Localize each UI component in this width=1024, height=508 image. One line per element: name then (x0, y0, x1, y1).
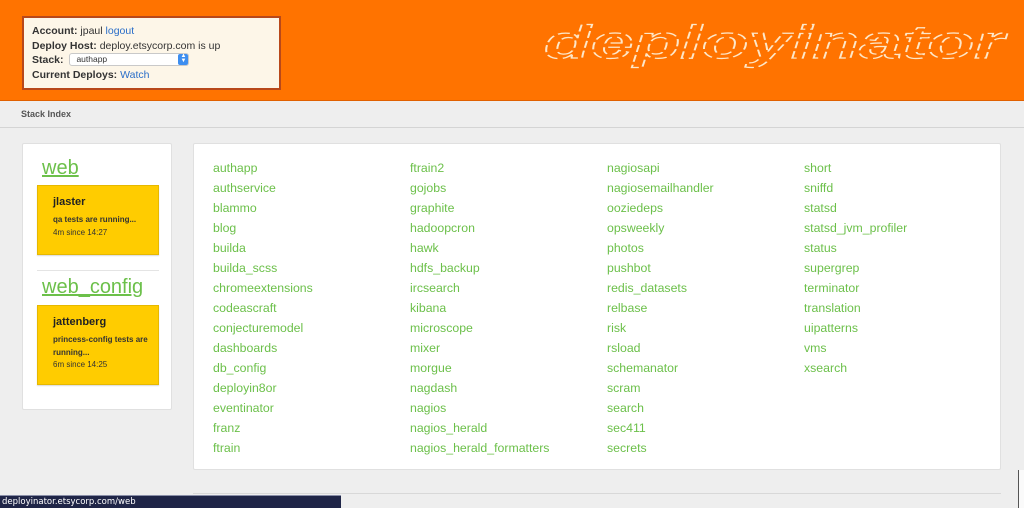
account-user: jpaul (80, 25, 103, 37)
browser-status-bar: deployinator.etsycorp.com/web (0, 495, 341, 508)
breadcrumb-stack-index[interactable]: Stack Index (21, 109, 71, 119)
stack-link[interactable]: builda (213, 238, 313, 258)
stack-link[interactable]: kibana (410, 298, 549, 318)
stack-link[interactable]: terminator (804, 278, 907, 298)
stack-column-3: nagiosapi nagiosemailhandler ooziedeps opsw… (607, 158, 714, 458)
stack-column-2: ftrain2 gojobs graphite hadoopcron hawk hdfs_… (410, 158, 549, 458)
stack-link[interactable]: nagiosapi (607, 158, 714, 178)
divider (37, 270, 159, 271)
subnav: Stack Index (0, 102, 1024, 128)
stack-link[interactable]: nagios_herald (410, 418, 549, 438)
watch-link[interactable]: Watch (120, 69, 149, 81)
stack-link[interactable]: sniffd (804, 178, 907, 198)
footer-divider (193, 493, 1001, 494)
stack-link[interactable]: rsload (607, 338, 714, 358)
stack-link[interactable]: conjecturemodel (213, 318, 313, 338)
account-info-box: Account: jpaul logout Deploy Host: deplo… (22, 16, 281, 90)
stack-link[interactable]: codeascraft (213, 298, 313, 318)
deploy-card[interactable]: jattenberg princess-config tests are run… (37, 305, 159, 385)
stack-link[interactable]: ircsearch (410, 278, 549, 298)
stack-link[interactable]: graphite (410, 198, 549, 218)
stack-link[interactable]: status (804, 238, 907, 258)
deployinator-logo[interactable]: deployinator (540, 15, 1010, 70)
stack-link[interactable]: ooziedeps (607, 198, 714, 218)
stack-link[interactable]: vms (804, 338, 907, 358)
stack-link[interactable]: uipatterns (804, 318, 907, 338)
stack-link[interactable]: microscope (410, 318, 549, 338)
select-arrows-icon: ▲ ▼ (178, 53, 189, 65)
stack-link[interactable]: secrets (607, 438, 714, 458)
stack-link[interactable]: blog (213, 218, 313, 238)
stack-link[interactable]: mixer (410, 338, 549, 358)
stack-link[interactable]: nagdash (410, 378, 549, 398)
stack-link[interactable]: eventinator (213, 398, 313, 418)
account-label: Account: (32, 25, 78, 37)
stack-link[interactable]: dashboards (213, 338, 313, 358)
stack-link-web-config[interactable]: web_config (42, 276, 143, 299)
stack-link[interactable]: redis_datasets (607, 278, 714, 298)
stack-link[interactable]: pushbot (607, 258, 714, 278)
logo-text: deployinator (544, 18, 1007, 68)
stack-link[interactable]: statsd (804, 198, 907, 218)
stack-link[interactable]: db_config (213, 358, 313, 378)
stack-link[interactable]: supergrep (804, 258, 907, 278)
stack-link[interactable]: authapp (213, 158, 313, 178)
stack-link[interactable]: risk (607, 318, 714, 338)
header: Account: jpaul logout Deploy Host: deplo… (0, 0, 1024, 101)
stack-link[interactable]: authservice (213, 178, 313, 198)
stack-link[interactable]: deployin8or (213, 378, 313, 398)
stack-link[interactable]: nagios_herald_formatters (410, 438, 549, 458)
stack-link[interactable]: relbase (607, 298, 714, 318)
stack-link[interactable]: ftrain (213, 438, 313, 458)
stack-link[interactable]: franz (213, 418, 313, 438)
deploy-host-value: deploy.etsycorp.com is up (99, 39, 221, 52)
deploy-host-row: Deploy Host: deploy.etsycorp.com is up (32, 39, 279, 54)
logo-ascii-art: deployinator (543, 15, 1008, 68)
stack-link[interactable]: opsweekly (607, 218, 714, 238)
stack-label: Stack: (32, 54, 64, 66)
logout-link[interactable]: logout (106, 25, 135, 37)
deploy-message: qa tests are running... (53, 215, 137, 224)
stack-link[interactable]: search (607, 398, 714, 418)
current-deploys-label: Current Deploys: (32, 68, 118, 81)
stack-row: Stack: authapp ▲ ▼ (32, 52, 279, 68)
deploy-message: princess-config tests are running... (53, 335, 148, 357)
stack-index-panel: authapp authservice blammo blog builda builda… (193, 143, 1001, 470)
status-url: deployinator.etsycorp.com/web (2, 497, 136, 507)
current-deploys-panel: web jlaster qa tests are running... 4m s… (22, 143, 172, 410)
stack-link[interactable]: xsearch (804, 358, 907, 378)
stack-link[interactable]: short (804, 158, 907, 178)
deploy-since: 6m since 14:25 (53, 360, 108, 369)
stack-link[interactable]: ftrain2 (410, 158, 549, 178)
stack-link[interactable]: statsd_jvm_profiler (804, 218, 907, 238)
stack-link[interactable]: builda_scss (213, 258, 313, 278)
stack-link[interactable]: gojobs (410, 178, 549, 198)
stack-link[interactable]: translation (804, 298, 907, 318)
stack-column-1: authapp authservice blammo blog builda builda… (213, 158, 313, 458)
stack-link-web[interactable]: web (42, 157, 79, 180)
stack-link[interactable]: hadoopcron (410, 218, 549, 238)
stack-link[interactable]: chromeextensions (213, 278, 313, 298)
deploy-card[interactable]: jlaster qa tests are running... 4m since… (37, 185, 159, 255)
deploy-since: 4m since 14:27 (53, 227, 108, 237)
stack-link[interactable]: hawk (410, 238, 549, 258)
stack-link[interactable]: photos (607, 238, 714, 258)
deploy-user: jlaster (53, 196, 86, 208)
deploy-host-label: Deploy Host: (32, 39, 97, 52)
stack-link[interactable]: blammo (213, 198, 313, 218)
stack-select[interactable]: authapp ▲ ▼ (69, 52, 190, 66)
stack-link[interactable]: scram (607, 378, 714, 398)
stack-link[interactable]: sec411 (607, 418, 714, 438)
stack-link[interactable]: nagios (410, 398, 549, 418)
current-deploys-row: Current Deploys: Watch (32, 68, 279, 83)
stack-column-4: short sniffd statsd statsd_jvm_profiler stat… (804, 158, 907, 378)
stack-link[interactable]: morgue (410, 358, 549, 378)
window-edge (1018, 470, 1024, 508)
stack-link[interactable]: nagiosemailhandler (607, 178, 714, 198)
deploy-user: jattenberg (53, 316, 107, 328)
account-row: Account: jpaul logout (32, 24, 279, 39)
stack-select-value: authapp (76, 53, 108, 64)
stack-link[interactable]: schemanator (607, 358, 714, 378)
stack-link[interactable]: hdfs_backup (410, 258, 549, 278)
